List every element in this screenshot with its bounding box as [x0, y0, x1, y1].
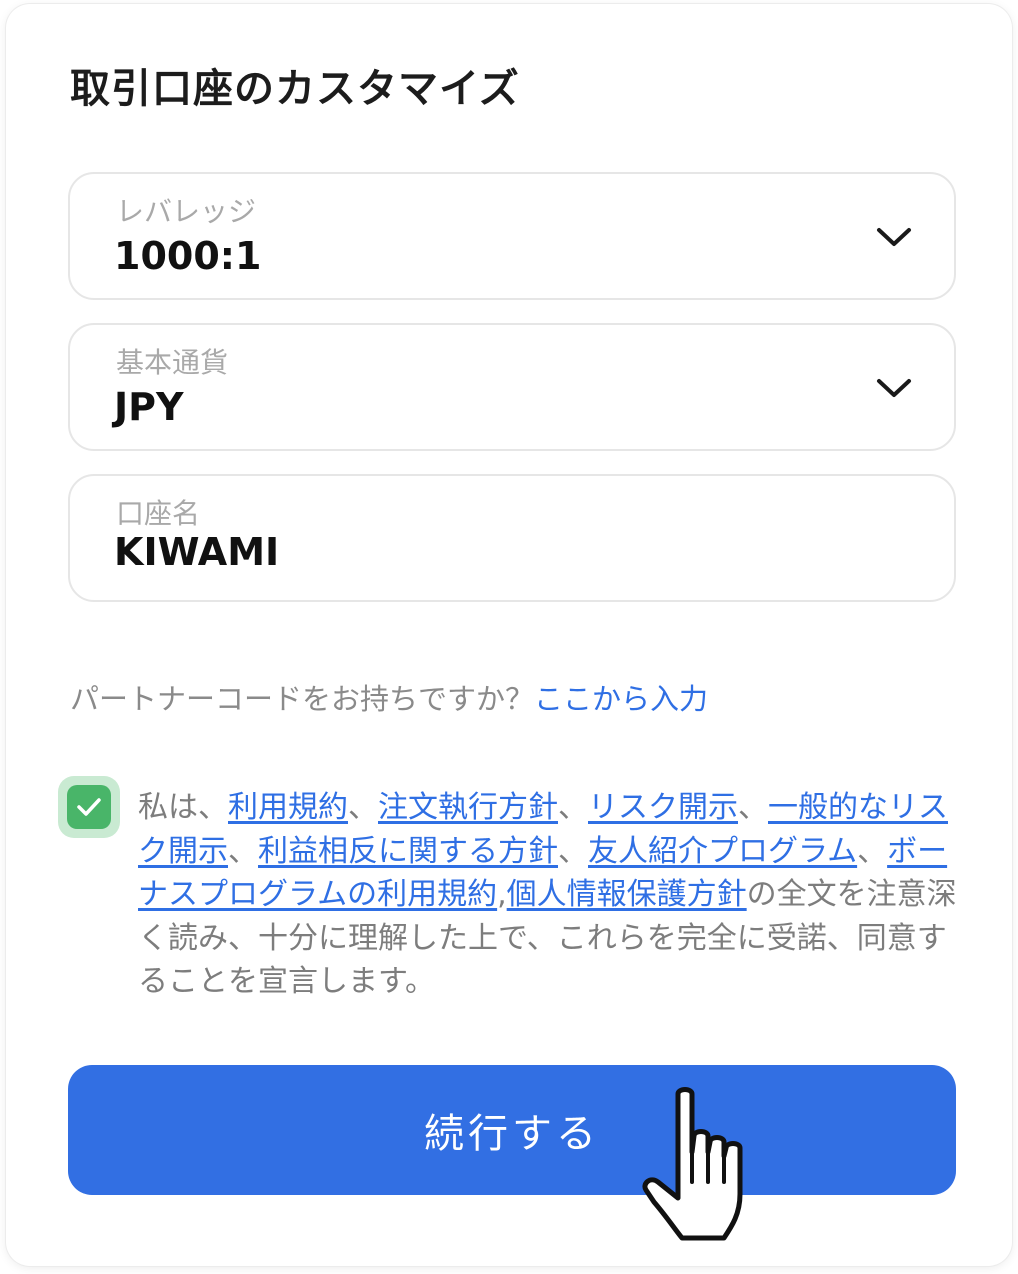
consent-text: 私は、利用規約、注文執行方針、リスク開示、一般的なリスク開示、利益相反に関する方…: [138, 786, 958, 1004]
account-name-value[interactable]: KIWAMI: [114, 530, 279, 574]
leverage-label: レバレッジ: [116, 195, 257, 228]
currency-label: 基本通貨: [116, 346, 229, 379]
account-name-label: 口座名: [116, 497, 201, 530]
account-customize-card: 取引口座のカスタマイズ レバレッジ 1000:1 基本通貨 JPY 口座名 KI…: [6, 4, 1012, 1266]
order-execution-policy-link[interactable]: 注文執行方針: [378, 790, 558, 825]
privacy-policy-link[interactable]: 個人情報保護方針: [507, 877, 747, 912]
separator: 、: [228, 833, 258, 869]
currency-select[interactable]: 基本通貨 JPY: [68, 323, 956, 451]
chevron-down-icon: [877, 379, 911, 397]
separator: 、: [857, 833, 888, 869]
separator: 、: [558, 833, 588, 869]
partner-code-link[interactable]: ここから入力: [534, 682, 708, 716]
hand-pointer-icon: [642, 1087, 743, 1241]
consent-prefix: 私は、: [138, 790, 228, 825]
leverage-select[interactable]: レバレッジ 1000:1: [68, 172, 956, 300]
partner-code-text: パートナーコードをお持ちですか？: [70, 682, 535, 716]
account-name-field[interactable]: 口座名 KIWAMI: [68, 474, 956, 602]
partner-code-prompt: パートナーコードをお持ちですか？ここから入力: [70, 676, 708, 718]
separator: ,: [497, 877, 507, 912]
referral-program-link[interactable]: 友人紹介プログラム: [588, 834, 857, 869]
continue-button[interactable]: 続行する: [68, 1065, 956, 1195]
separator: 、: [558, 790, 588, 825]
currency-value: JPY: [114, 385, 184, 429]
checkbox-checked: [67, 785, 111, 829]
separator: 、: [348, 790, 378, 825]
checkmark-icon: [77, 798, 101, 816]
page-title: 取引口座のカスタマイズ: [70, 66, 520, 112]
leverage-value: 1000:1: [114, 234, 262, 278]
chevron-down-icon: [877, 228, 911, 246]
consent-checkbox[interactable]: [58, 776, 120, 838]
terms-of-use-link[interactable]: 利用規約: [228, 790, 348, 825]
conflict-of-interest-policy-link[interactable]: 利益相反に関する方針: [258, 834, 558, 869]
risk-disclosure-link[interactable]: リスク開示: [588, 790, 738, 825]
separator: 、: [738, 790, 768, 825]
